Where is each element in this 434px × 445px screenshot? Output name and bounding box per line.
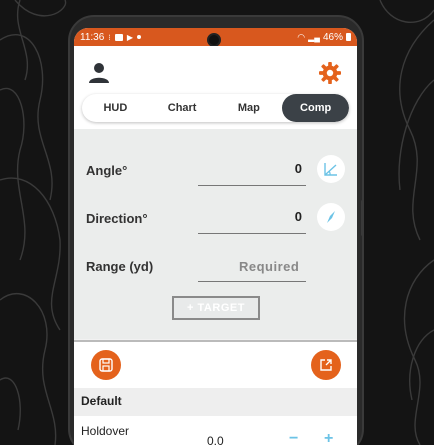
holdover-increment-button[interactable]: + (324, 430, 333, 445)
tab-comp[interactable]: Comp (282, 94, 349, 122)
angle-underline (198, 185, 306, 186)
angle-label: Angle° (86, 163, 128, 178)
dot-notification-icon (137, 35, 141, 39)
status-time: 11:36 (80, 31, 105, 43)
tab-map[interactable]: Map (216, 94, 283, 122)
holdover-value: 0.0 (207, 434, 224, 445)
gear-icon[interactable] (319, 62, 341, 84)
tab-chart[interactable]: Chart (149, 94, 216, 122)
front-camera (207, 33, 221, 47)
tab-hud[interactable]: HUD (82, 94, 149, 122)
notification-icon: ⁝ (108, 32, 111, 42)
tab-bar: HUD Chart Map Comp (82, 94, 349, 122)
share-icon (320, 359, 332, 371)
direction-value[interactable]: 0 (274, 209, 302, 224)
holdover-decrement-button[interactable]: − (289, 430, 298, 445)
save-icon (99, 358, 113, 372)
person-icon[interactable] (88, 62, 110, 84)
holdover-label: Holdover (81, 424, 130, 438)
battery-icon (346, 33, 351, 41)
direction-button[interactable] (317, 203, 345, 231)
status-bar: 11:36 ⁝ ▶ ◠ ▂▄ 46% (74, 28, 357, 47)
phone-side-button (361, 200, 364, 236)
angle-button[interactable] (317, 155, 345, 183)
battery-percent: 46% (322, 31, 343, 43)
direction-label: Direction° (86, 211, 148, 226)
signal-icon: ▂▄ (308, 32, 320, 42)
direction-underline (198, 233, 306, 234)
app-header: HUD Chart Map Comp (74, 46, 357, 129)
save-button[interactable] (91, 350, 121, 380)
wifi-icon: ◠ (297, 31, 306, 42)
image-notification-icon (114, 33, 123, 41)
range-label: Range (yd) (86, 259, 154, 274)
profile-name: Default (81, 394, 122, 408)
angle-icon (324, 163, 337, 176)
profile-section-header: Default (74, 388, 357, 416)
play-notification-icon: ▶ (126, 32, 133, 42)
share-button[interactable] (311, 350, 341, 380)
add-target-button[interactable]: + TARGET (172, 296, 260, 320)
range-underline (198, 281, 306, 282)
profile-panel: Default Holdover 0.0 − + (74, 342, 357, 445)
range-input[interactable]: Required (239, 259, 299, 274)
angle-value[interactable]: 0 (274, 161, 302, 176)
compass-icon (327, 211, 335, 223)
app-screen: 11:36 ⁝ ▶ ◠ ▂▄ 46% HUD Chart Map Comp An… (74, 28, 357, 445)
